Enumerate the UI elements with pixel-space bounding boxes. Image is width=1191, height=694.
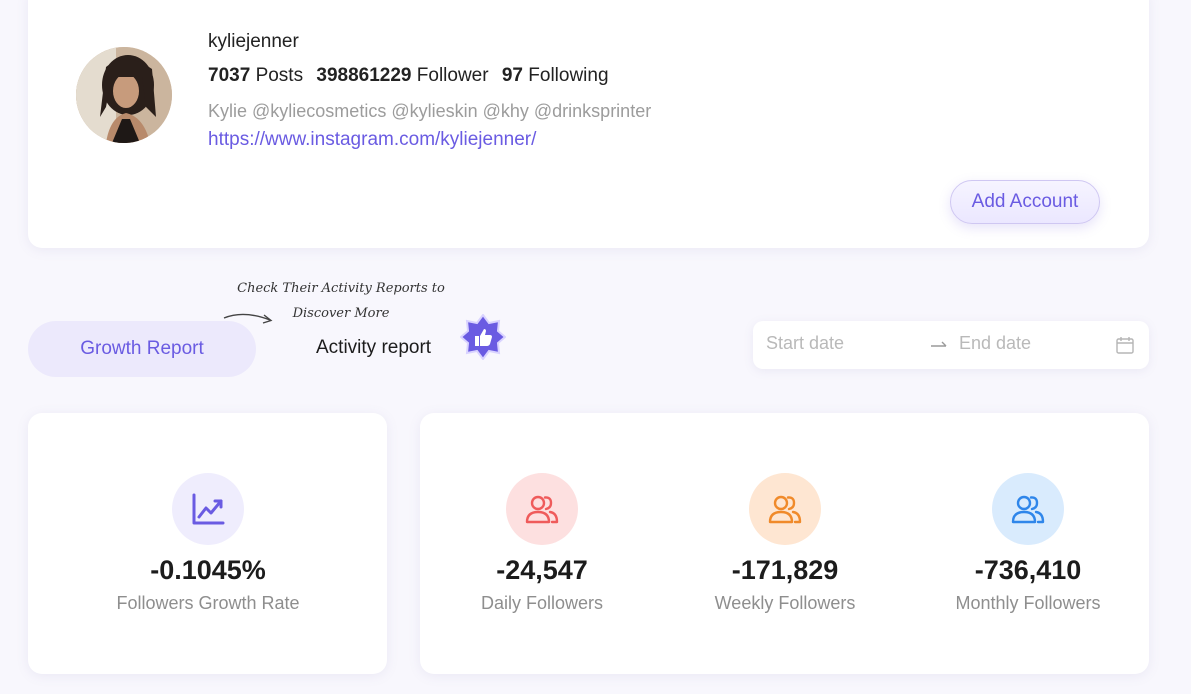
username: kyliejenner (208, 31, 299, 52)
avatar-image (76, 47, 172, 143)
monthly-followers-value: -736,410 (974, 555, 1082, 585)
profile-stats: 7037 Posts 398861229 Follower 97 Followi… (208, 65, 609, 87)
start-date-input[interactable] (766, 333, 916, 354)
followers-label: Follower (416, 65, 489, 86)
weekly-followers-stat: -171,829 Weekly Followers (665, 413, 905, 674)
arrow-right-icon (931, 341, 947, 347)
monthly-followers-stat: -736,410 Monthly Followers (908, 413, 1148, 674)
growth-rate-value: -0.1045% (150, 555, 266, 585)
weekly-icon-circle (749, 473, 821, 545)
end-date-input[interactable] (959, 333, 1109, 354)
profile-card: kyliejenner 7037 Posts 398861229 Followe… (28, 0, 1149, 248)
following-count: 97 (501, 65, 523, 86)
daily-followers-label: Daily Followers (480, 593, 604, 613)
date-range-picker (753, 321, 1149, 369)
tab-growth-report[interactable]: Growth Report (28, 321, 256, 377)
followers-count: 398861229 (316, 65, 412, 86)
daily-followers-stat: -24,547 Daily Followers (422, 413, 662, 674)
users-icon (1011, 495, 1045, 524)
monthly-followers-label: Monthly Followers (955, 593, 1101, 613)
profile-link[interactable]: https://www.instagram.com/kyliejenner/ (208, 129, 536, 151)
posts-count: 7037 (208, 65, 251, 86)
tab-activity-report[interactable]: Activity report (316, 337, 431, 359)
add-account-button[interactable]: Add Account (950, 180, 1100, 224)
trending-up-icon (192, 493, 225, 525)
weekly-followers-label: Weekly Followers (714, 593, 856, 613)
avatar (76, 47, 172, 143)
thumbs-up-badge-icon (460, 314, 506, 360)
followers-card: -24,547 Daily Followers -171,829 Weekly … (420, 413, 1149, 674)
profile-bio: Kylie @kyliecosmetics @kylieskin @khy @d… (208, 101, 652, 121)
posts-label: Posts (255, 65, 304, 86)
following-label: Following (528, 65, 609, 86)
growth-rate-stat: -0.1045% Followers Growth Rate (88, 413, 328, 674)
monthly-icon-circle (992, 473, 1064, 545)
growth-rate-card: -0.1045% Followers Growth Rate (28, 413, 387, 674)
users-icon (768, 495, 802, 524)
growth-rate-label: Followers Growth Rate (116, 593, 300, 613)
daily-followers-value: -24,547 (496, 555, 588, 585)
weekly-followers-value: -171,829 (731, 555, 839, 585)
growth-icon-circle (172, 473, 244, 545)
calendar-icon[interactable] (1115, 335, 1135, 355)
activity-hint-line-1: Check Their Activity Reports to (237, 281, 445, 296)
daily-icon-circle (506, 473, 578, 545)
users-icon (525, 495, 559, 524)
